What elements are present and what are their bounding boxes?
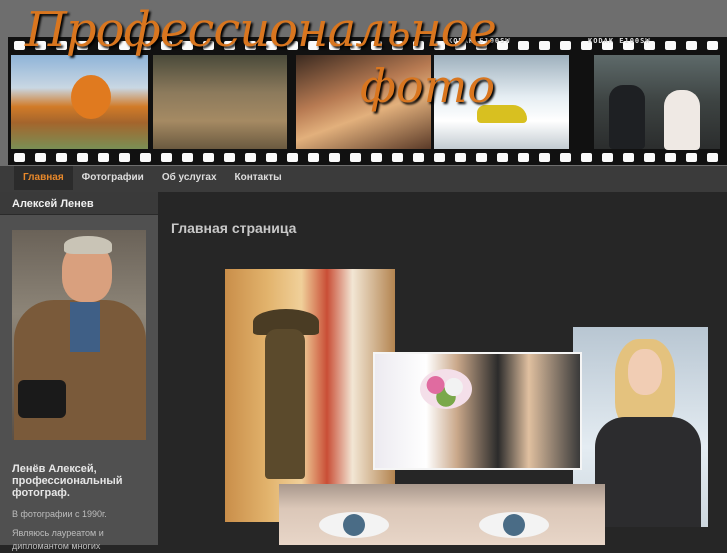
film-frame-autumn-road — [11, 55, 148, 149]
film-perforation — [665, 41, 676, 50]
film-perforation — [539, 153, 550, 162]
film-perforation — [665, 153, 676, 162]
site-header: KODAK E100SW KODAK E100SW Профессиональн… — [0, 0, 727, 166]
nav-item-home[interactable]: Главная — [14, 166, 73, 190]
film-perforation — [329, 153, 340, 162]
author-name: Ленёв Алексей, профессиональный фотограф… — [12, 463, 123, 499]
site-title-line1: Профессиональное — [25, 2, 497, 58]
film-perforation — [14, 41, 25, 50]
film-perforation — [455, 153, 466, 162]
author-portrait — [12, 230, 146, 440]
film-perforation — [707, 153, 718, 162]
film-perforation — [266, 153, 277, 162]
film-perforation — [434, 153, 445, 162]
film-perforation — [392, 153, 403, 162]
film-perforation — [98, 153, 109, 162]
sidebar-header: Алексей Ленев — [0, 192, 158, 215]
film-perforation — [497, 153, 508, 162]
film-perforation — [371, 153, 382, 162]
film-perforation — [77, 153, 88, 162]
sidebar: Алексей Ленев Ленёв Алексей, профессиона… — [0, 192, 158, 551]
film-perforation — [686, 153, 697, 162]
film-frame-motocross — [153, 55, 287, 149]
film-perforation — [602, 153, 613, 162]
film-perforation — [581, 153, 592, 162]
film-perforation — [182, 153, 193, 162]
photo-eyes-closeup[interactable] — [279, 484, 605, 545]
author-bio-line: В фотографии с 1990г. — [12, 509, 107, 519]
film-frame-wedding-couple — [594, 55, 720, 150]
film-perforation — [203, 153, 214, 162]
film-perforation — [413, 153, 424, 162]
film-mark-label: KODAK E100SW — [588, 37, 651, 45]
film-perforation — [56, 153, 67, 162]
page-title: Главная страница — [171, 220, 297, 236]
sidebar-title: Алексей Ленев — [12, 198, 94, 210]
film-perforation — [308, 153, 319, 162]
nav-item-photos[interactable]: Фотографии — [73, 166, 153, 190]
film-perforation — [224, 153, 235, 162]
film-perforation — [560, 41, 571, 50]
film-perforation — [245, 153, 256, 162]
film-perforation — [644, 153, 655, 162]
film-perforation — [119, 153, 130, 162]
film-perforation — [560, 153, 571, 162]
film-perforation — [707, 41, 718, 50]
film-perforation — [476, 153, 487, 162]
film-perforation — [14, 153, 25, 162]
film-perforation — [161, 153, 172, 162]
main-navigation: Главная Фотографии Об услугах Контакты — [0, 166, 727, 192]
author-bio: В фотографии с 1990г. Являюсь лауреатом … — [12, 508, 152, 553]
film-perforation — [539, 41, 550, 50]
site-title-line2: фото — [360, 59, 496, 113]
film-perforation — [350, 153, 361, 162]
photo-wedding-bouquet[interactable] — [373, 352, 582, 470]
film-perforation — [140, 153, 151, 162]
film-perforation — [287, 153, 298, 162]
film-perforation — [518, 41, 529, 50]
film-perforation — [518, 153, 529, 162]
film-perforation — [35, 153, 46, 162]
author-bio-line: Являюсь лауреатом и дипломантом многих — [12, 528, 104, 551]
film-perforation — [686, 41, 697, 50]
nav-item-services[interactable]: Об услугах — [153, 166, 226, 190]
film-perforations-bottom — [8, 151, 727, 163]
main-content: Главная страница — [158, 192, 727, 545]
film-perforation — [623, 153, 634, 162]
nav-item-contacts[interactable]: Контакты — [226, 166, 291, 190]
